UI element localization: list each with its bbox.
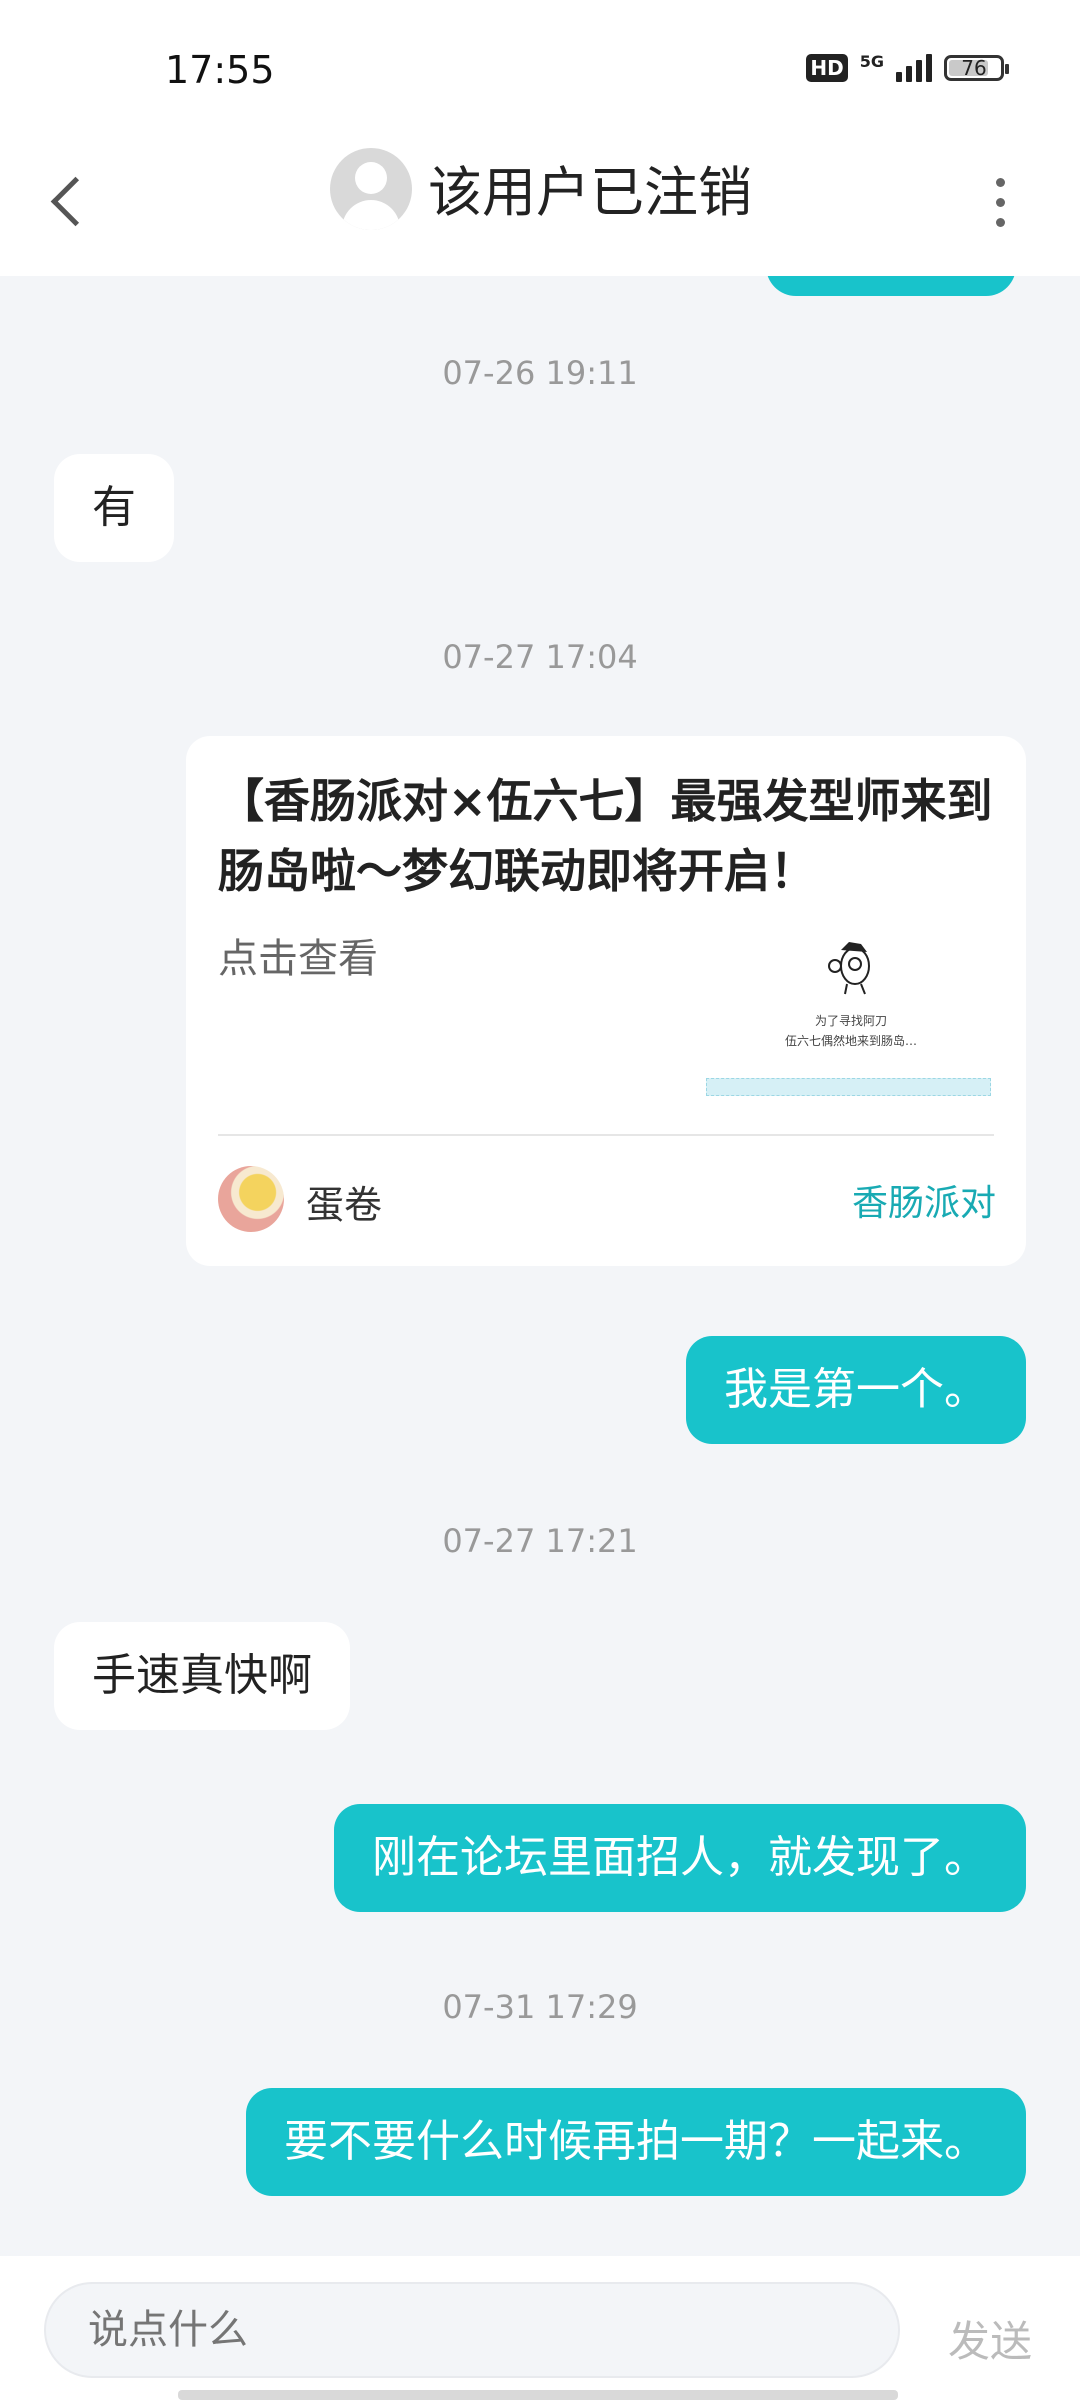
message-list[interactable]: 07-26 19:11 有 07-27 17:04 【香肠派对×伍六七】最强发型… xyxy=(0,276,1080,2256)
battery-icon: 76 xyxy=(944,55,1009,81)
status-time: 17:55 xyxy=(165,48,275,92)
message-bubble-incoming[interactable]: 有 xyxy=(54,454,174,562)
divider xyxy=(218,1134,994,1136)
message-input[interactable] xyxy=(44,2282,900,2378)
back-button[interactable] xyxy=(44,160,94,240)
author-avatar xyxy=(218,1166,284,1232)
home-indicator xyxy=(178,2390,898,2400)
chat-header: 该用户已注销 xyxy=(0,130,1080,276)
thumbnail-strip xyxy=(706,1078,991,1096)
signal-icon xyxy=(896,54,932,82)
message-bubble-incoming[interactable]: 手速真快啊 xyxy=(54,1622,350,1730)
timestamp: 07-27 17:21 xyxy=(442,1522,638,1560)
card-title: 【香肠派对×伍六七】最强发型师来到肠岛啦～梦幻联动即将开启！ xyxy=(218,774,993,898)
thumbnail-caption: 为了寻找阿刀 xyxy=(814,1014,887,1028)
card-thumbnail: 为了寻找阿刀 伍六七偶然地来到肠岛… xyxy=(706,936,996,1116)
battery-level: 76 xyxy=(961,56,987,80)
status-icons: HD 5G 76 xyxy=(806,52,1009,82)
contact-name: 该用户已注销 xyxy=(428,161,752,224)
status-bar: 17:55 HD 5G 76 xyxy=(0,0,1080,130)
card-source-tag[interactable]: 香肠派对 xyxy=(852,1174,996,1226)
timestamp: 07-26 19:11 xyxy=(442,354,638,392)
message-bubble-outgoing[interactable]: 要不要什么时候再拍一期？一起来。 xyxy=(246,2088,1026,2196)
more-options-button[interactable] xyxy=(985,168,1015,238)
character-icon xyxy=(828,942,870,995)
send-button[interactable]: 发送 xyxy=(948,2308,1032,2369)
timestamp: 07-27 17:04 xyxy=(442,638,638,676)
message-bubble-partial xyxy=(766,276,1016,296)
timestamp: 07-31 17:29 xyxy=(442,1988,638,2026)
hd-icon: HD xyxy=(806,54,848,82)
shared-post-card[interactable]: 【香肠派对×伍六七】最强发型师来到肠岛啦～梦幻联动即将开启！ 点击查看 为了寻找… xyxy=(186,736,1026,1266)
contact-avatar[interactable] xyxy=(330,148,412,230)
card-author: 蛋卷 xyxy=(306,1183,383,1227)
card-view-link[interactable]: 点击查看 xyxy=(218,926,378,984)
composer-bar: 发送 xyxy=(0,2256,1080,2400)
thumbnail-caption: 伍六七偶然地来到肠岛… xyxy=(784,1034,917,1048)
message-bubble-outgoing[interactable]: 刚在论坛里面招人，就发现了。 xyxy=(334,1804,1026,1912)
message-bubble-outgoing[interactable]: 我是第一个。 xyxy=(686,1336,1026,1444)
5g-icon: 5G xyxy=(859,52,884,71)
